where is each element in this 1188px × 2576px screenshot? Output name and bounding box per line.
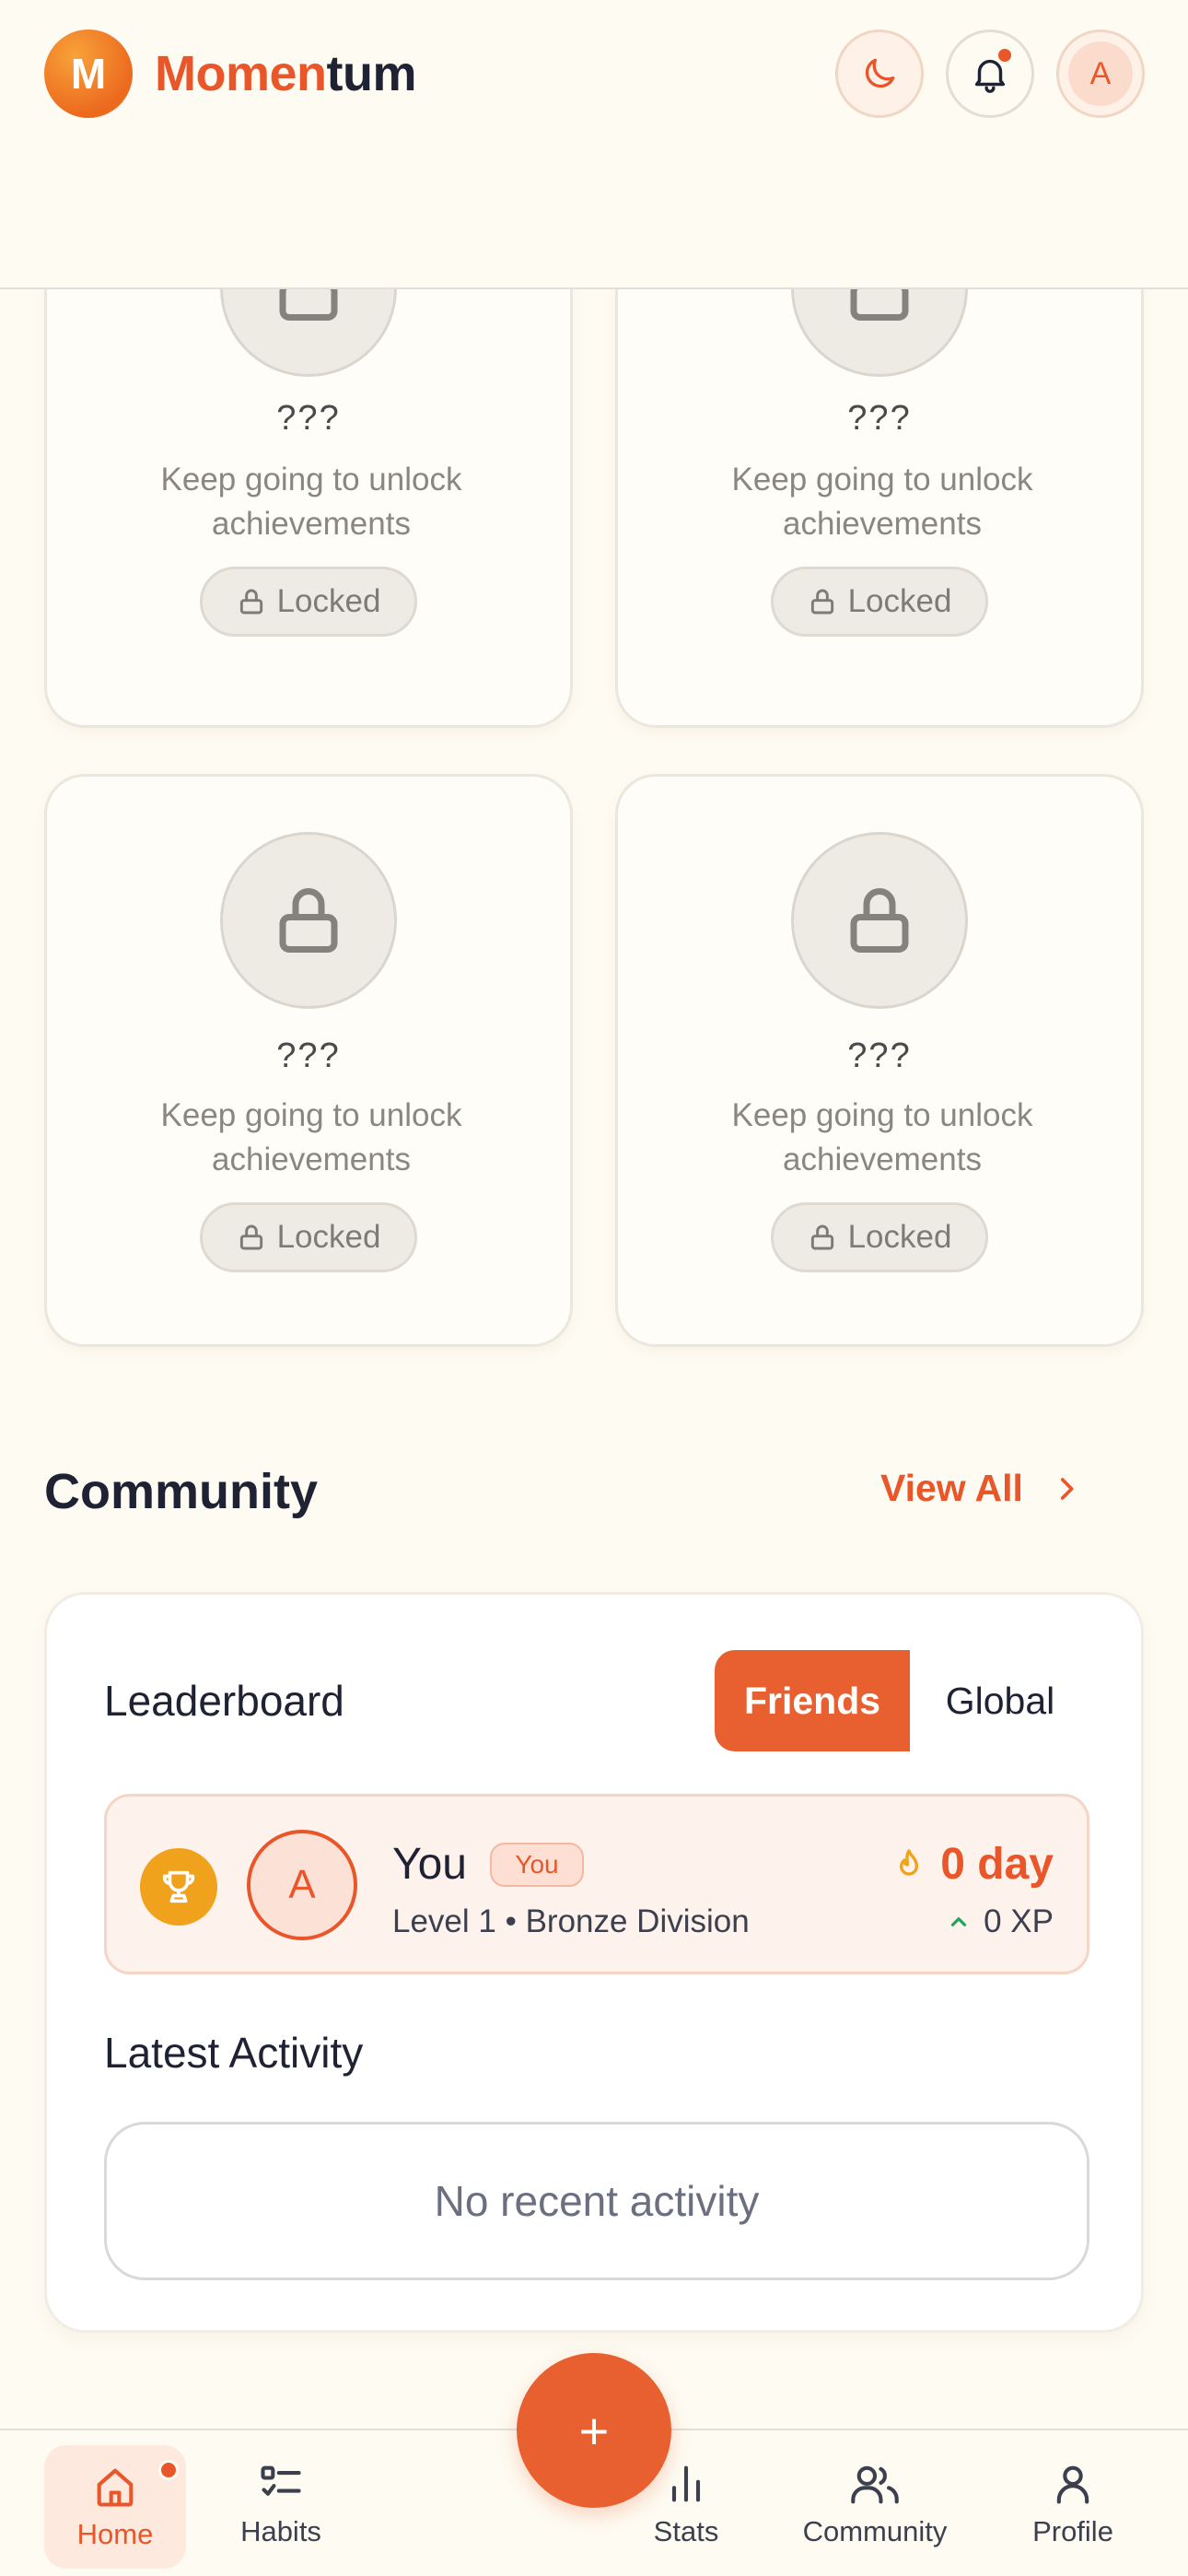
nav-label: Stats (653, 2515, 719, 2547)
flame-icon (900, 1848, 919, 1876)
achievement-description: Keep going to unlock achievements (731, 1097, 1033, 1177)
add-habit-button[interactable]: + (517, 2353, 671, 2508)
community-panel: Leaderboard Friends Global A You You Lev… (44, 1592, 1144, 2333)
lock-icon (810, 1224, 833, 1250)
profile-avatar-button[interactable]: A (1056, 29, 1145, 118)
notifications-button[interactable] (946, 29, 1034, 118)
you-badge: You (490, 1843, 584, 1887)
xp-value: 0 XP (984, 1903, 1054, 1939)
nav-label: Profile (1032, 2515, 1113, 2547)
achievement-description: Keep going to unlock achievements (731, 462, 1033, 542)
achievement-card[interactable]: ??? Keep going to unlock achievements Lo… (44, 774, 573, 1347)
brand-name-part1: Momen (155, 46, 327, 101)
achievement-title: ??? (847, 399, 912, 438)
avatar: A (247, 1830, 357, 1940)
view-all-label: View All (880, 1467, 1023, 1509)
leaderboard-tabs: Friends Global (715, 1650, 1090, 1751)
locked-label: Locked (847, 583, 952, 619)
lock-icon (239, 589, 262, 615)
streak-count: 0 day (891, 1839, 1054, 1890)
locked-label: Locked (276, 1219, 381, 1255)
section-title-community: Community (44, 1464, 318, 1519)
lock-icon (279, 888, 338, 953)
achievement-badge (220, 832, 397, 1009)
brand[interactable]: M Momentum (44, 29, 416, 118)
leaderboard-title: Leaderboard (104, 1677, 344, 1725)
activity-empty-state: No recent activity (104, 2122, 1089, 2280)
latest-activity-title: Latest Activity (104, 2029, 364, 2077)
user-level: Level 1 • Bronze Division (392, 1903, 750, 1939)
view-all-link[interactable]: View All (880, 1467, 1082, 1510)
locked-badge: Locked (200, 567, 417, 637)
app-header: M Momentum A (0, 0, 1188, 289)
tab-global[interactable]: Global (910, 1650, 1090, 1751)
users-icon (851, 2465, 899, 2504)
nav-label: Home (76, 2518, 154, 2550)
logo: M (44, 29, 133, 118)
nav-item-profile[interactable]: Profile (1004, 2430, 1142, 2576)
achievement-description: Keep going to unlock achievements (160, 462, 462, 542)
achievement-description: Keep going to unlock achievements (160, 1097, 462, 1177)
achievement-title: ??? (276, 1036, 341, 1075)
achievement-card[interactable]: ??? Keep going to unlock achievements Lo… (615, 774, 1144, 1347)
nav-item-community[interactable]: Community (792, 2430, 958, 2576)
chevron-right-icon (1060, 1477, 1074, 1500)
notification-dot (998, 49, 1011, 62)
tab-friends[interactable]: Friends (715, 1650, 910, 1751)
xp-count: 0 XP (947, 1903, 1054, 1940)
achievement-title: ??? (847, 1036, 912, 1075)
chevron-up-icon (950, 1917, 967, 1926)
list-check-icon (261, 2465, 301, 2496)
avatar: A (1068, 41, 1133, 106)
brand-name: Momentum (155, 45, 416, 102)
locked-label: Locked (276, 583, 381, 619)
achievement-title: ??? (276, 399, 341, 438)
locked-badge: Locked (771, 567, 988, 637)
streak-value: 0 day (940, 1840, 1054, 1889)
brand-name-part2: tum (326, 46, 417, 101)
user-name: You (392, 1840, 467, 1889)
nav-item-habits[interactable]: Habits (212, 2430, 350, 2576)
trophy-icon (140, 1848, 217, 1926)
home-icon (97, 2468, 134, 2507)
theme-toggle-button[interactable] (835, 29, 924, 118)
nav-item-home[interactable]: Home (44, 2445, 186, 2569)
lock-icon (239, 1224, 262, 1250)
achievement-badge (791, 832, 968, 1009)
lock-icon (850, 888, 909, 953)
leaderboard-row[interactable]: A You You Level 1 • Bronze Division 0 da… (104, 1794, 1089, 1974)
notification-dot (158, 2460, 179, 2480)
user-icon (1056, 2465, 1089, 2504)
lock-icon (810, 589, 833, 615)
nav-label: Habits (240, 2515, 321, 2547)
locked-label: Locked (847, 1219, 952, 1255)
locked-badge: Locked (200, 1202, 417, 1272)
nav-label: Community (802, 2515, 948, 2547)
bar-chart-icon (671, 2465, 701, 2502)
moon-icon (865, 58, 895, 88)
locked-badge: Locked (771, 1202, 988, 1272)
